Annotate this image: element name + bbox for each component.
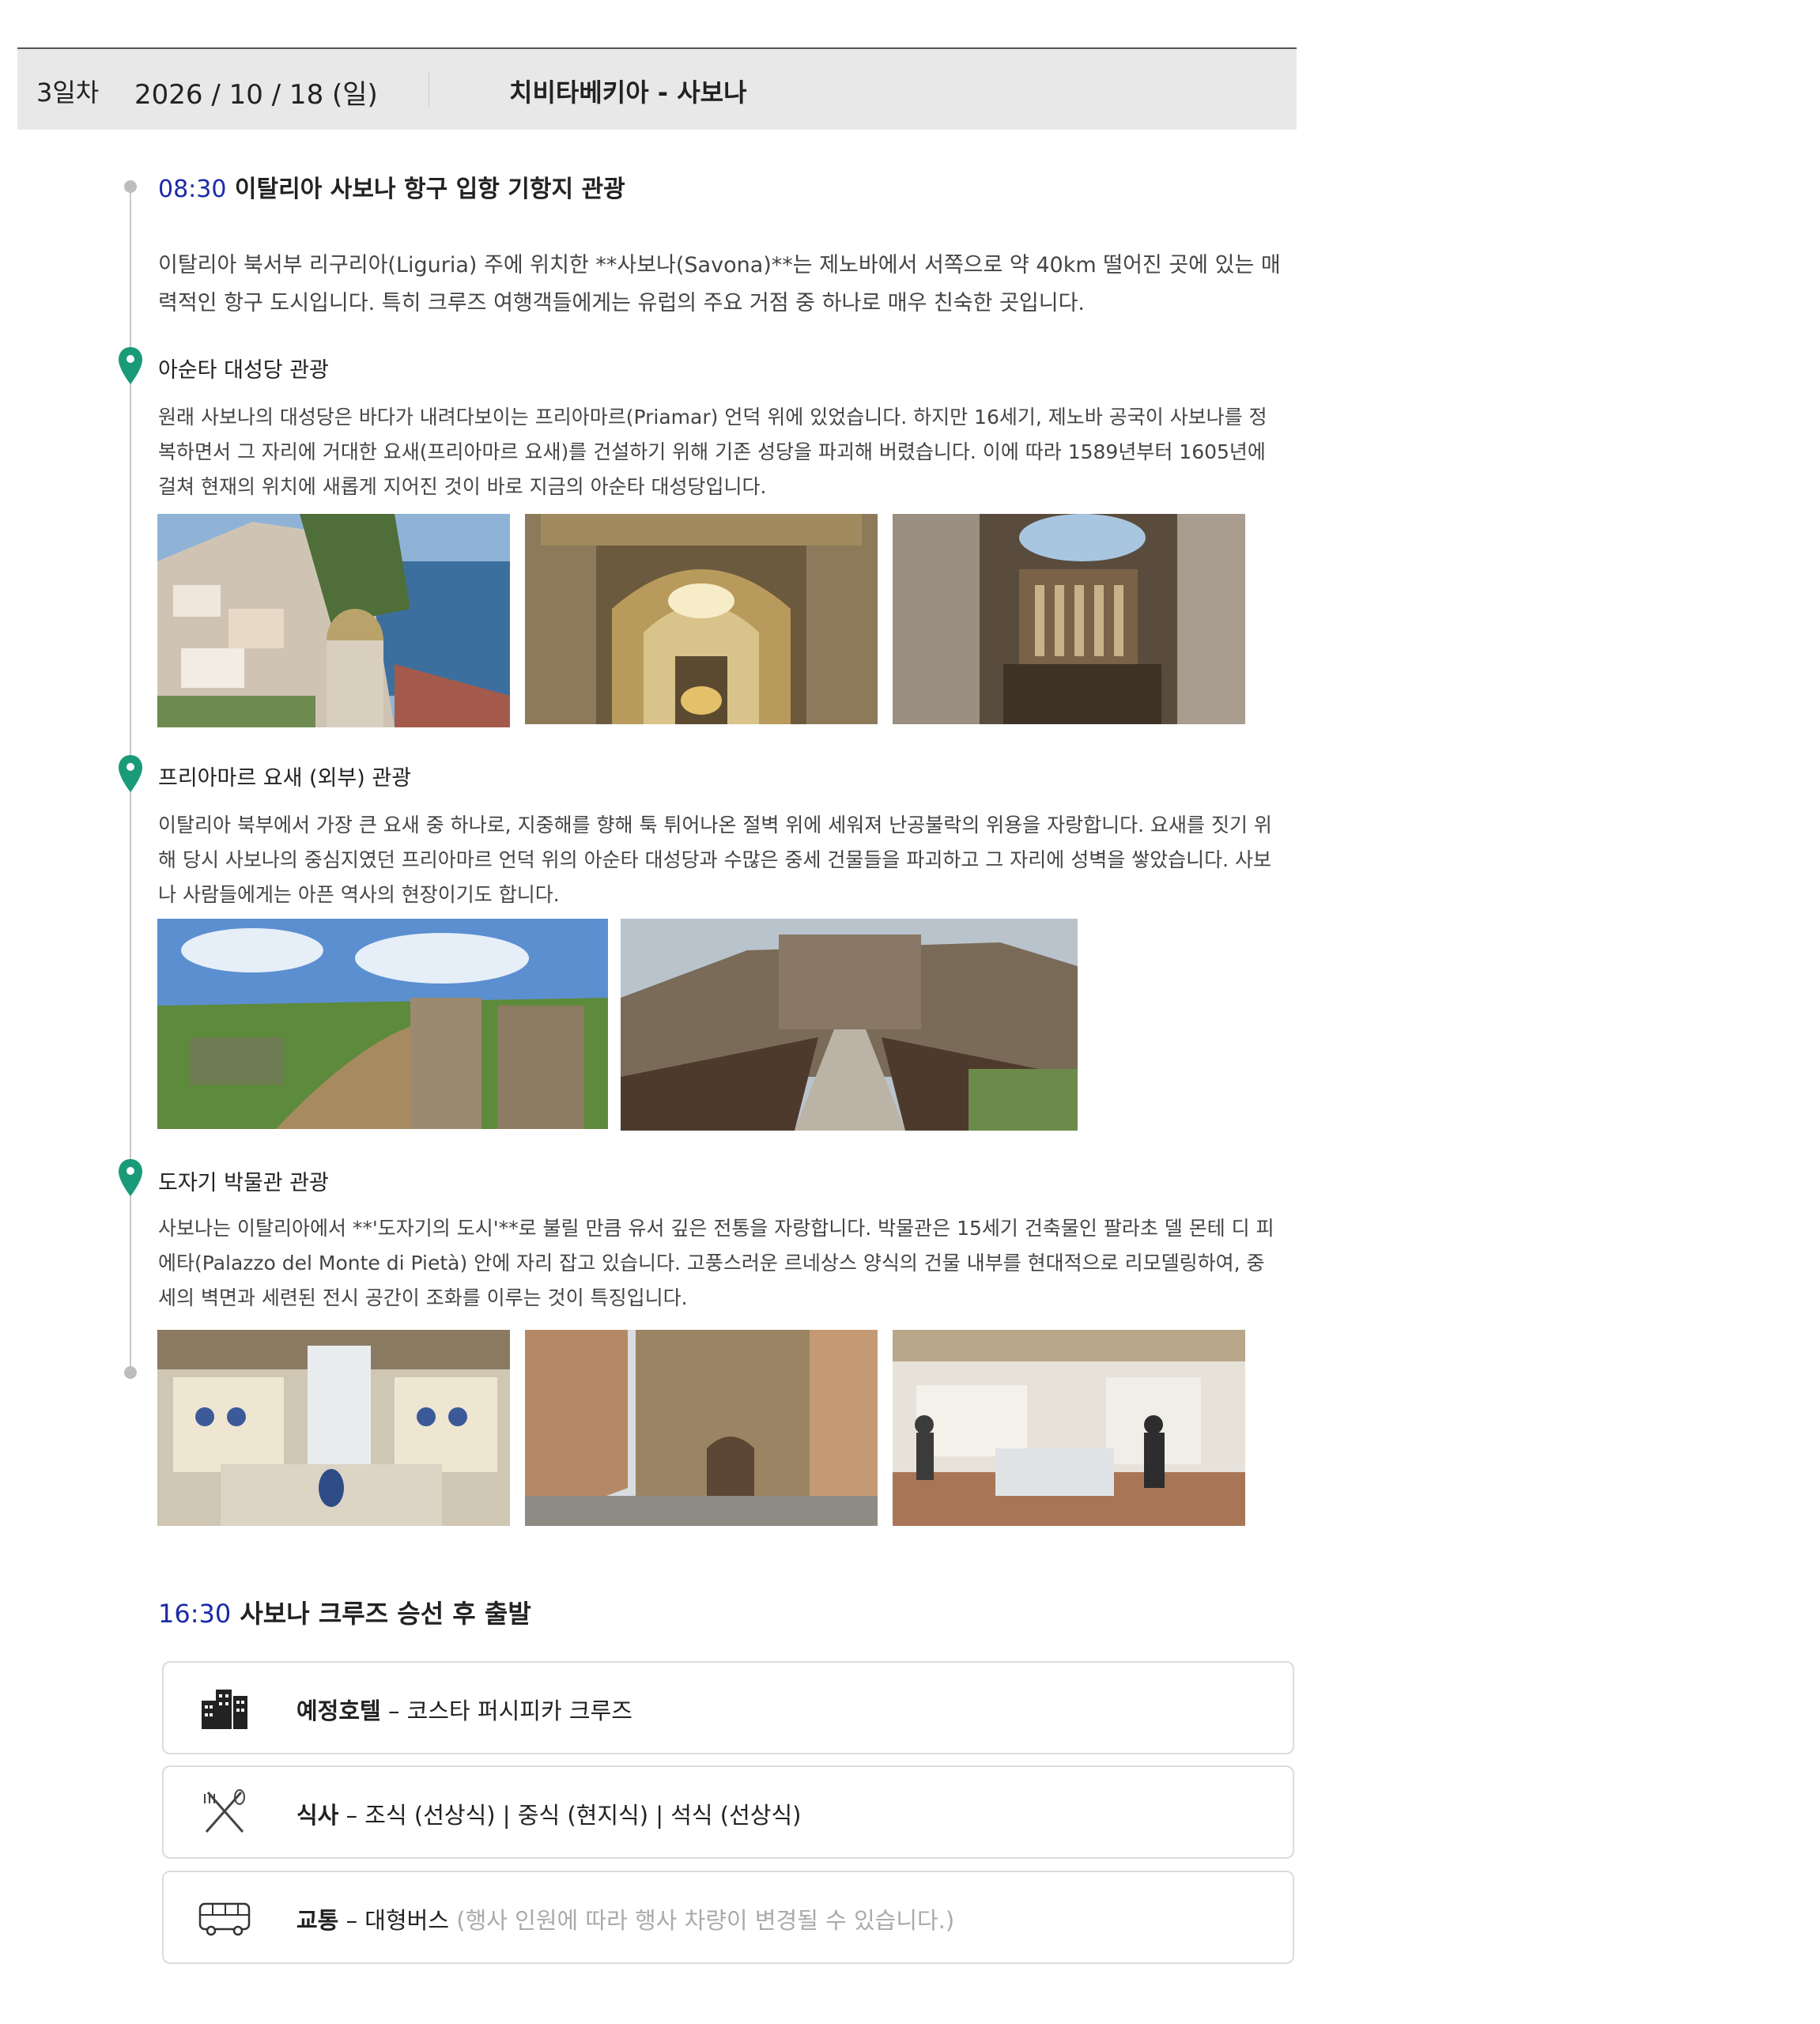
arrival-time: 08:30 bbox=[158, 176, 227, 203]
transport-value: – 대형버스 bbox=[345, 1907, 450, 1934]
location-pin-icon bbox=[119, 347, 142, 384]
arrival-title: 08:30 이탈리아 사보나 항구 입항 기항지 관광 bbox=[158, 169, 625, 204]
spot-title-cathedral: 아순타 대성당 관광 bbox=[158, 358, 329, 383]
day-date: 2026 / 10 / 18 (일) bbox=[134, 79, 378, 111]
spot-description-fortress: 이탈리아 북부에서 가장 큰 요새 중 하나로, 지중해를 향해 툭 튀어나온 … bbox=[158, 814, 1272, 906]
arrival-description: 이탈리아 북서부 리구리아(Liguria) 주에 위치한 **사보나(Savo… bbox=[158, 253, 1281, 315]
transport-label: 교통 bbox=[296, 1907, 339, 1934]
hotel-label: 예정호텔 bbox=[296, 1697, 381, 1724]
spot-description-cathedral: 원래 사보나의 대성당은 바다가 내려다보이는 프리아마르(Priamar) 언… bbox=[158, 406, 1267, 498]
cathedral-nave-photo bbox=[525, 514, 878, 724]
hotel-info-text: 예정호텔 – 코스타 퍼시피카 크루즈 bbox=[296, 1693, 632, 1726]
hillside-town-photo bbox=[157, 514, 510, 727]
cathedral-altar-photo bbox=[893, 514, 1245, 724]
location-pin-icon bbox=[119, 755, 142, 792]
day-route: 치비타베키아 - 사보나 bbox=[509, 77, 747, 108]
hotel-value: – 코스타 퍼시피카 크루즈 bbox=[387, 1697, 632, 1724]
fortress-bridge-photo bbox=[621, 919, 1078, 1131]
spot-title-fortress: 프리아마르 요새 (외부) 관광 bbox=[158, 766, 412, 791]
hotel-icon bbox=[202, 1690, 247, 1729]
timeline-end-dot bbox=[124, 1366, 137, 1379]
meal-icon bbox=[204, 1789, 245, 1833]
arrival-title-text: 이탈리아 사보나 항구 입항 기항지 관광 bbox=[234, 176, 625, 203]
hotel-info-box: 예정호텔 – 코스타 퍼시피카 크루즈 bbox=[162, 1661, 1294, 1754]
bus-icon bbox=[198, 1902, 251, 1936]
day-number: 3일차 bbox=[36, 77, 100, 108]
museum-gallery-photo bbox=[157, 1330, 510, 1526]
museum-street-photo bbox=[525, 1330, 878, 1526]
meal-label: 식사 bbox=[296, 1802, 339, 1829]
fortress-ruins-photo bbox=[157, 919, 608, 1129]
meal-value: – 조식 (선상식) | 중식 (현지식) | 석식 (선상식) bbox=[345, 1802, 802, 1829]
transport-info-text: 교통 – 대형버스 (행사 인원에 따라 행사 차량이 변경될 수 있습니다.) bbox=[296, 1902, 954, 1935]
timeline-start-dot bbox=[124, 180, 137, 193]
spot-title-museum: 도자기 박물관 관광 bbox=[158, 1171, 329, 1195]
departure-title-text: 사보나 크루즈 승선 후 출발 bbox=[240, 1599, 531, 1629]
transport-note: (행사 인원에 따라 행사 차량이 변경될 수 있습니다.) bbox=[456, 1907, 955, 1934]
day-header: 3일차 2026 / 10 / 18 (일) 치비타베키아 - 사보나 bbox=[17, 47, 1297, 130]
location-pin-icon bbox=[119, 1159, 142, 1196]
museum-visitors-photo bbox=[893, 1330, 1245, 1526]
departure-time: 16:30 bbox=[158, 1599, 232, 1629]
transport-info-box: 교통 – 대형버스 (행사 인원에 따라 행사 차량이 변경될 수 있습니다.) bbox=[162, 1871, 1294, 1964]
departure-title: 16:30 사보나 크루즈 승선 후 출발 bbox=[158, 1594, 531, 1630]
itinerary-page: 3일차 2026 / 10 / 18 (일) 치비타베키아 - 사보나 08:3… bbox=[0, 0, 1820, 2024]
meal-info-text: 식사 – 조식 (선상식) | 중식 (현지식) | 석식 (선상식) bbox=[296, 1797, 801, 1830]
meal-info-box: 식사 – 조식 (선상식) | 중식 (현지식) | 석식 (선상식) bbox=[162, 1765, 1294, 1859]
spot-description-museum: 사보나는 이탈리아에서 **'도자기의 도시'**로 불릴 만큼 유서 깊은 전… bbox=[158, 1217, 1274, 1309]
